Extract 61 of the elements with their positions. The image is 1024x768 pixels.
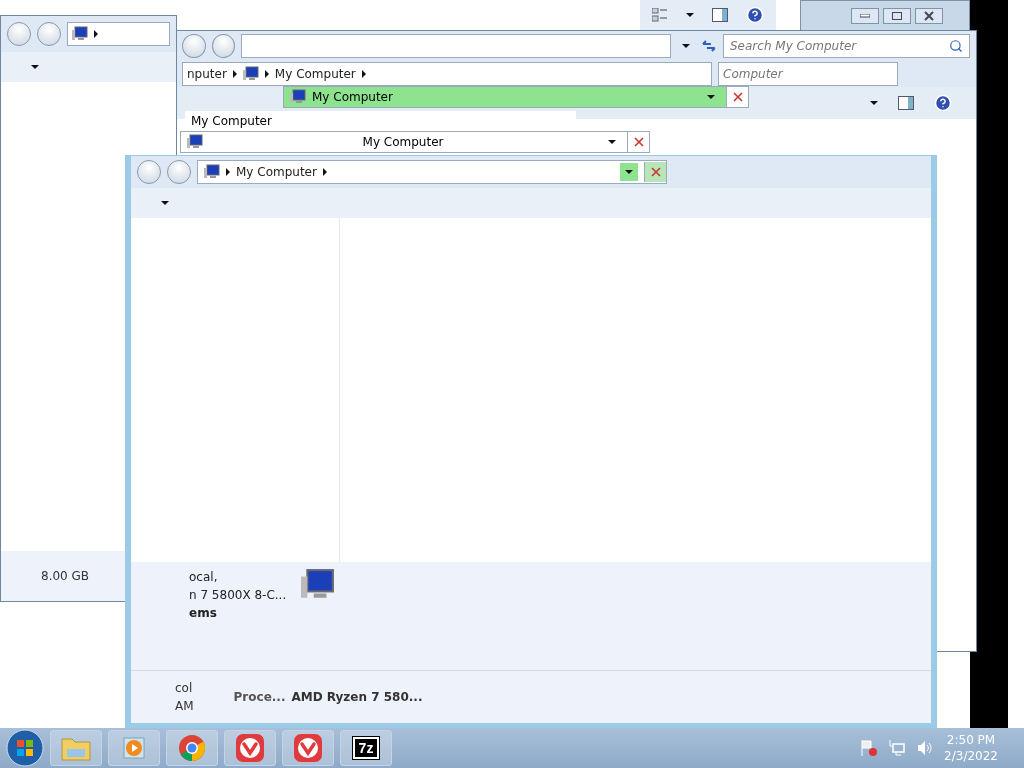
- minimize-icon: [860, 14, 870, 18]
- computer-icon: [242, 66, 259, 82]
- close-icon: [732, 92, 743, 102]
- close-icon: [633, 137, 644, 147]
- clock-time: 2:50 PM: [946, 733, 996, 747]
- maximize-button[interactable]: [883, 8, 911, 24]
- taskbar-button[interactable]: [166, 730, 218, 766]
- breadcrumb-item[interactable]: My Computer: [236, 165, 317, 179]
- address-bar[interactable]: My Computer: [180, 131, 650, 153]
- search-icon: [949, 39, 963, 53]
- preview-pane-icon[interactable]: [898, 96, 914, 110]
- maximize-icon: [892, 12, 902, 20]
- breadcrumb-item[interactable]: My Computer: [185, 111, 576, 131]
- help-icon[interactable]: [934, 94, 952, 112]
- folder-icon: [61, 735, 91, 761]
- clear-button[interactable]: [726, 87, 748, 107]
- close-button[interactable]: [915, 8, 943, 24]
- search-field[interactable]: Search My Computer: [723, 34, 970, 58]
- clock-date: 2/3/2022: [944, 749, 998, 763]
- app-label: 7z: [352, 737, 380, 759]
- back-button[interactable]: [182, 34, 206, 58]
- breadcrumb-item[interactable]: nputer: [187, 67, 227, 81]
- computer-icon: [204, 164, 220, 180]
- forward-button[interactable]: [167, 160, 191, 184]
- computer-icon: [290, 89, 306, 105]
- status-text: col: [175, 681, 194, 695]
- forward-button[interactable]: [211, 34, 236, 58]
- v-logo-icon: [293, 733, 323, 763]
- browser-icon: [178, 734, 206, 762]
- breadcrumb-item[interactable]: My Computer: [274, 67, 356, 81]
- status-text: AM: [175, 699, 194, 713]
- back-button[interactable]: [7, 22, 31, 46]
- view-icon[interactable]: [652, 8, 668, 22]
- back-button[interactable]: [137, 160, 161, 184]
- property-label: Proce...: [233, 690, 286, 704]
- flag-icon[interactable]: [860, 739, 879, 757]
- search-field[interactable]: Computer: [718, 62, 898, 86]
- detail-text: ems: [189, 606, 218, 620]
- address-bar[interactable]: My Computer: [283, 86, 749, 108]
- forward-button[interactable]: [37, 22, 61, 46]
- status-text: 8.00 GB: [41, 569, 90, 583]
- taskbar-button[interactable]: 7z: [340, 730, 392, 766]
- help-icon[interactable]: [746, 6, 764, 24]
- v-logo-icon: [235, 733, 265, 763]
- computer-icon: [72, 26, 88, 42]
- clear-button[interactable]: [644, 162, 666, 182]
- close-icon: [650, 167, 661, 177]
- preview-pane-icon[interactable]: [712, 8, 728, 22]
- play-icon: [122, 736, 146, 760]
- address-bar[interactable]: [67, 22, 170, 46]
- detail-text: n 7 5800X 8-C...: [189, 588, 288, 602]
- computer-icon: [187, 134, 203, 150]
- speaker-icon[interactable]: [916, 739, 935, 757]
- property-value: AMD Ryzen 7 580...: [291, 690, 423, 704]
- taskbar-button[interactable]: [282, 730, 334, 766]
- close-icon: [924, 11, 934, 21]
- refresh-icon[interactable]: [701, 39, 717, 53]
- start-button[interactable]: [6, 729, 44, 767]
- dropdown-button[interactable]: [620, 163, 638, 181]
- detail-text: ocal,: [189, 570, 219, 584]
- taskbar-button[interactable]: [224, 730, 276, 766]
